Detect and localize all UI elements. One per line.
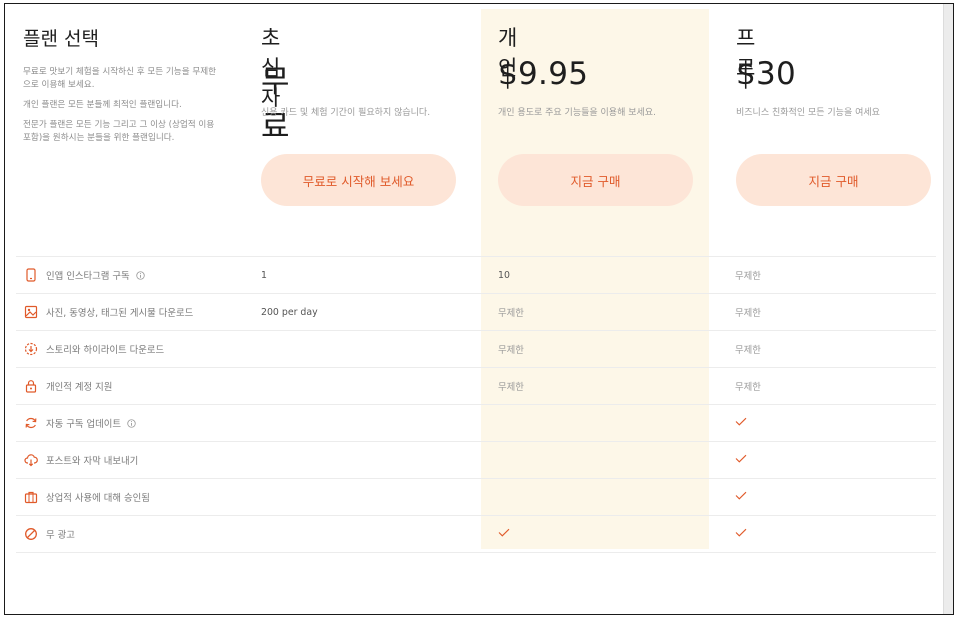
feature-value: 200 per day (261, 306, 318, 318)
feature-value: 무제한 (498, 345, 524, 356)
feature-label: 사진, 동영상, 태그된 게시물 다운로드 (46, 308, 194, 319)
feature-label: 자동 구독 업데이트 (46, 419, 121, 430)
feature-label: 스토리와 하이라이트 다운로드 (46, 345, 165, 356)
plan-price: $9.95 (498, 56, 589, 92)
feature-row: 상업적 사용에 대해 승인됨 (16, 478, 936, 515)
scrollbar[interactable] (943, 4, 953, 614)
refresh-icon (24, 416, 38, 430)
cloud-download-icon (24, 453, 38, 467)
feature-label-cell: 상업적 사용에 대해 승인됨 (24, 490, 150, 504)
feature-row: 사진, 동영상, 태그된 게시물 다운로드 200 per day 무제한 무제한 (16, 293, 936, 330)
feature-value: 10 (498, 269, 510, 281)
intro-paragraph-3: 전문가 플랜은 모든 기능 그리고 그 이상 (상업적 이용 포함)을 원하시는… (23, 120, 215, 143)
feature-value: 무제한 (735, 308, 761, 319)
feature-label-cell: 자동 구독 업데이트 (24, 416, 136, 430)
intro-paragraph-1: 무료로 맛보기 체험을 시작하신 후 모든 기능을 무제한으로 이용해 보세요. (23, 67, 217, 90)
check-icon (735, 417, 747, 429)
feature-label-cell: 무 광고 (24, 527, 75, 541)
feature-row: 포스트와 자막 내보내기 (16, 441, 936, 478)
feature-row: 자동 구독 업데이트 (16, 404, 936, 441)
feature-label: 포스트와 자막 내보내기 (46, 456, 139, 467)
start-free-button[interactable]: 무료로 시작해 보세요 (261, 154, 456, 206)
info-icon[interactable] (121, 418, 136, 428)
feature-label-cell: 스토리와 하이라이트 다운로드 (24, 342, 164, 356)
feature-row: 개인적 계정 지원 무제한 무제한 (16, 367, 936, 404)
image-icon (24, 305, 38, 319)
feature-label: 무 광고 (46, 530, 75, 541)
feature-value: 무제한 (498, 308, 524, 319)
feature-label: 개인적 계정 지원 (46, 382, 113, 393)
feature-row: 무 광고 (16, 515, 936, 553)
plan-subtitle: 개인 용도로 주요 기능들을 이용해 보세요. (498, 108, 656, 118)
feature-label-cell: 인앱 인스타그램 구독 (24, 268, 145, 282)
intro-title: 플랜 선택 (23, 28, 99, 50)
lock-icon (24, 379, 38, 393)
feature-value: 무제한 (498, 382, 524, 393)
feature-row: 인앱 인스타그램 구독 1 10 무제한 (16, 256, 936, 293)
check-icon (735, 454, 747, 466)
check-icon (498, 528, 510, 540)
phone-icon (24, 268, 38, 282)
feature-label-cell: 포스트와 자막 내보내기 (24, 453, 138, 467)
check-icon (735, 528, 747, 540)
feature-value: 1 (261, 269, 267, 281)
feature-label: 상업적 사용에 대해 승인됨 (46, 493, 150, 504)
info-icon[interactable] (130, 270, 145, 280)
plan-subtitle: 신용 카드 및 체험 기간이 필요하지 않습니다. (261, 108, 431, 118)
buy-personal-button[interactable]: 지금 구매 (498, 154, 693, 206)
intro-description: 무료로 맛보기 체험을 시작하신 후 모든 기능을 무제한으로 이용해 보세요.… (23, 66, 223, 152)
story-download-icon (24, 342, 38, 356)
buy-pro-button[interactable]: 지금 구매 (736, 154, 931, 206)
feature-value: 무제한 (735, 382, 761, 393)
feature-row: 스토리와 하이라이트 다운로드 무제한 무제한 (16, 330, 936, 367)
feature-label-cell: 사진, 동영상, 태그된 게시물 다운로드 (24, 305, 193, 319)
plan-price: 무료 (261, 64, 290, 145)
feature-label: 인앱 인스타그램 구독 (46, 271, 130, 282)
feature-label-cell: 개인적 계정 지원 (24, 379, 112, 393)
intro-paragraph-2: 개인 플랜은 모든 분들께 최적인 플랜입니다. (23, 100, 182, 110)
no-ads-icon (24, 527, 38, 541)
pricing-page: 플랜 선택 무료로 맛보기 체험을 시작하신 후 모든 기능을 무제한으로 이용… (4, 3, 954, 615)
feature-value: 무제한 (735, 345, 761, 356)
briefcase-icon (24, 490, 38, 504)
feature-table: 인앱 인스타그램 구독 1 10 무제한 사진, 동영상, 태그된 게시물 다운로드 20… (16, 256, 936, 553)
plan-price: $30 (736, 56, 797, 92)
feature-value: 무제한 (735, 271, 761, 282)
check-icon (735, 491, 747, 503)
plan-subtitle: 비즈니스 친화적인 모든 기능을 여세요 (736, 108, 880, 118)
